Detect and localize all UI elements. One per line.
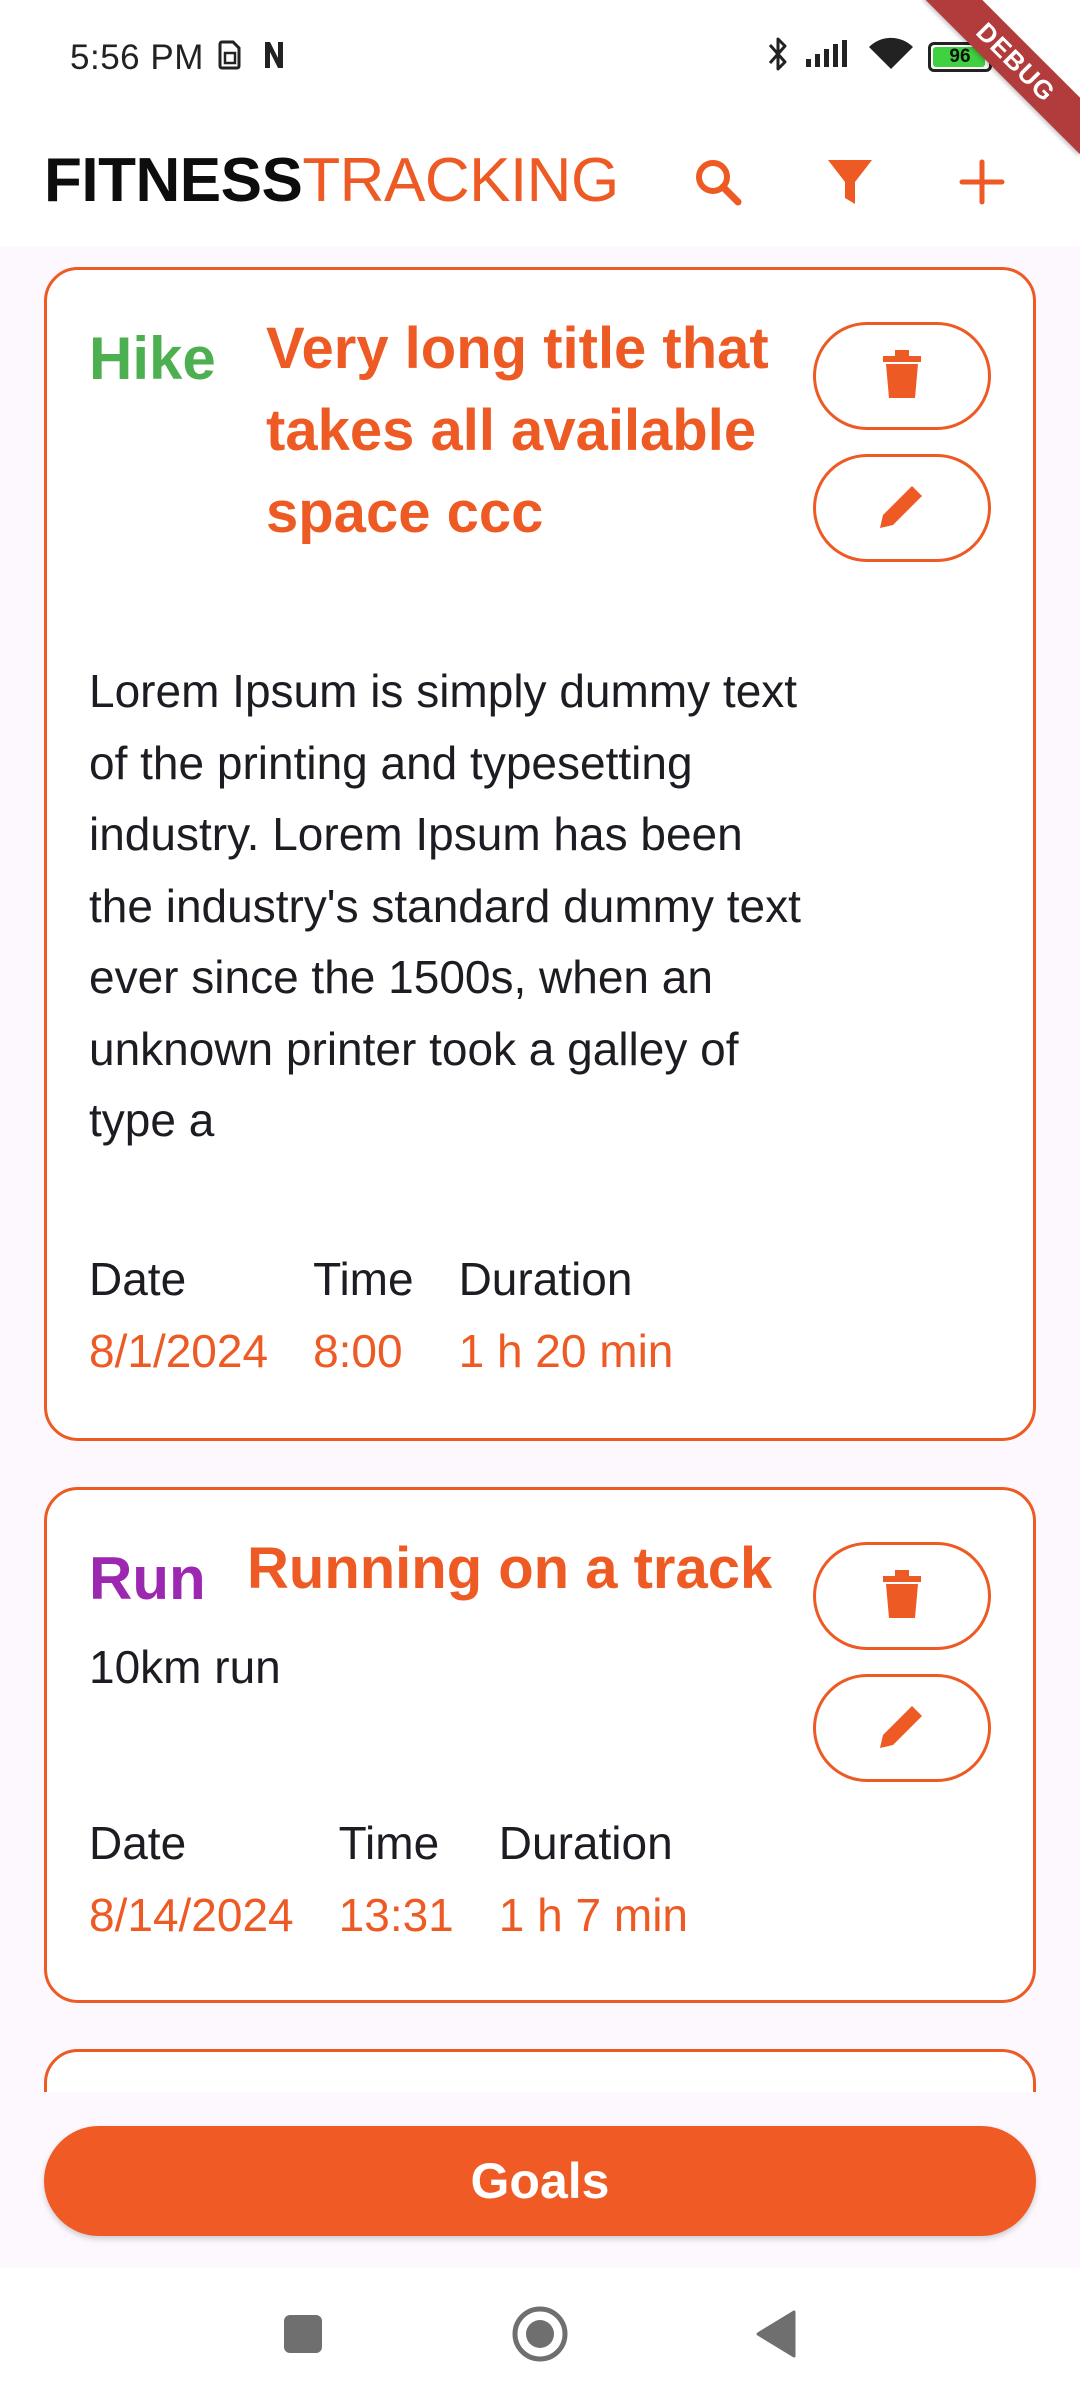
date-value: 8/14/2024 bbox=[89, 1889, 294, 1941]
home-circle-icon bbox=[510, 2304, 570, 2369]
battery-level: 96 bbox=[949, 45, 971, 67]
duration-label: Duration bbox=[498, 1817, 673, 1869]
duration-label: Duration bbox=[458, 1253, 633, 1305]
time-label: Time bbox=[338, 1817, 440, 1869]
activity-title: Running on a track bbox=[247, 1536, 773, 1601]
activity-meta: Date 8/14/2024 Time 13:31 Duration 1 h 7… bbox=[89, 1807, 733, 1951]
pencil-icon bbox=[877, 481, 927, 536]
app-bar: FITNESSTRACKING bbox=[0, 118, 1080, 246]
system-nav-bar bbox=[0, 2268, 1080, 2400]
app-title: FITNESSTRACKING bbox=[44, 136, 619, 226]
activity-meta: Date 8/1/2024 Time 8:00 Duration 1 h 20 … bbox=[89, 1243, 718, 1387]
app-title-light: TRACKING bbox=[302, 146, 619, 215]
time-value: 13:31 bbox=[338, 1889, 454, 1941]
pencil-icon bbox=[877, 1701, 927, 1756]
trash-icon bbox=[883, 349, 921, 403]
status-bar: 5:56 PM 96 bbox=[0, 0, 1080, 118]
back-button[interactable] bbox=[744, 2304, 808, 2368]
delete-button[interactable] bbox=[813, 322, 991, 430]
recents-button[interactable] bbox=[271, 2304, 335, 2368]
time-label: Time bbox=[313, 1253, 414, 1305]
date-value: 8/1/2024 bbox=[89, 1325, 269, 1377]
date-label: Date bbox=[89, 1817, 187, 1869]
sim-icon bbox=[218, 40, 242, 75]
filter-button[interactable] bbox=[784, 140, 916, 228]
add-icon bbox=[959, 159, 1005, 210]
back-triangle-icon bbox=[754, 2309, 798, 2364]
square-icon bbox=[281, 2312, 325, 2361]
delete-button[interactable] bbox=[813, 1542, 991, 1650]
time-value: 8:00 bbox=[313, 1325, 403, 1377]
edit-button[interactable] bbox=[813, 1674, 991, 1782]
duration-value: 1 h 20 min bbox=[458, 1325, 674, 1377]
wifi-icon bbox=[868, 37, 914, 76]
activity-title: Very long title that takes all available… bbox=[266, 316, 769, 545]
status-time: 5:56 PM bbox=[70, 38, 204, 77]
activity-type: Hike bbox=[89, 325, 216, 392]
filter-icon bbox=[826, 157, 874, 212]
activity-description: 10km run bbox=[89, 1641, 281, 1693]
activity-card[interactable] bbox=[44, 2049, 1036, 2092]
app-title-bold: FITNESS bbox=[44, 146, 303, 215]
bluetooth-icon bbox=[766, 36, 790, 77]
activity-list[interactable]: Hike Very long title that takes all avai… bbox=[0, 246, 1080, 2092]
date-label: Date bbox=[89, 1253, 187, 1305]
trash-icon bbox=[883, 1569, 921, 1623]
search-icon bbox=[692, 156, 744, 213]
edit-button[interactable] bbox=[813, 454, 991, 562]
home-button[interactable] bbox=[508, 2304, 572, 2368]
notification-n-icon bbox=[262, 40, 286, 75]
goals-button[interactable]: Goals bbox=[44, 2126, 1036, 2236]
duration-value: 1 h 7 min bbox=[498, 1889, 688, 1941]
activity-description: Lorem Ipsum is simply dummy text of the … bbox=[89, 665, 801, 1146]
activity-card[interactable]: Hike Very long title that takes all avai… bbox=[44, 267, 1036, 1441]
add-button[interactable] bbox=[916, 140, 1048, 228]
search-button[interactable] bbox=[652, 140, 784, 228]
activity-type: Run bbox=[89, 1545, 206, 1612]
signal-icon bbox=[804, 39, 854, 74]
activity-card[interactable]: Run Running on a track 10km run Date 8/1… bbox=[44, 1487, 1036, 2003]
